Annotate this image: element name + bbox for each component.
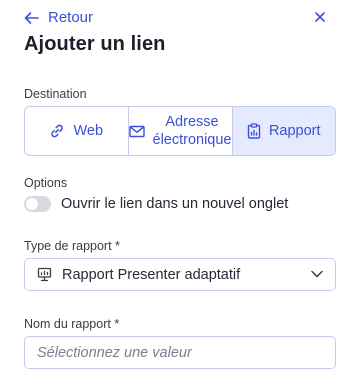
report-icon bbox=[247, 123, 261, 139]
destination-option-label: Rapport bbox=[268, 122, 321, 139]
new-tab-toggle-label: Ouvrir le lien dans un nouvel onglet bbox=[61, 196, 289, 212]
options-label: Options bbox=[24, 176, 68, 190]
top-bar: Retour bbox=[24, 9, 330, 27]
new-tab-toggle[interactable] bbox=[24, 196, 51, 212]
arrow-left-icon bbox=[24, 11, 39, 24]
destination-label: Destination bbox=[24, 87, 87, 101]
destination-selector: Web Adresse électronique Rapport bbox=[24, 106, 336, 156]
report-name-label: Nom du rapport * bbox=[24, 317, 120, 331]
envelope-icon bbox=[128, 125, 145, 137]
back-label: Retour bbox=[48, 9, 94, 26]
report-name-input[interactable] bbox=[24, 336, 336, 369]
destination-option-report[interactable]: Rapport bbox=[232, 107, 335, 155]
presenter-icon bbox=[37, 267, 52, 282]
destination-option-label: Web bbox=[73, 122, 104, 139]
destination-option-email[interactable]: Adresse électronique bbox=[128, 107, 233, 155]
report-type-select[interactable]: Rapport Presenter adaptatif bbox=[24, 258, 336, 291]
chevron-down-icon bbox=[311, 270, 323, 278]
page-title: Ajouter un lien bbox=[24, 33, 166, 55]
link-icon bbox=[51, 124, 64, 138]
new-tab-toggle-row: Ouvrir le lien dans un nouvel onglet bbox=[24, 196, 288, 212]
report-type-value: Rapport Presenter adaptatif bbox=[62, 266, 241, 283]
destination-option-web[interactable]: Web bbox=[25, 107, 129, 155]
toggle-knob bbox=[26, 198, 38, 210]
back-button[interactable]: Retour bbox=[24, 9, 93, 26]
report-type-label: Type de rapport * bbox=[24, 239, 120, 253]
close-icon[interactable] bbox=[312, 9, 328, 25]
destination-option-label: Adresse électronique bbox=[152, 113, 232, 148]
